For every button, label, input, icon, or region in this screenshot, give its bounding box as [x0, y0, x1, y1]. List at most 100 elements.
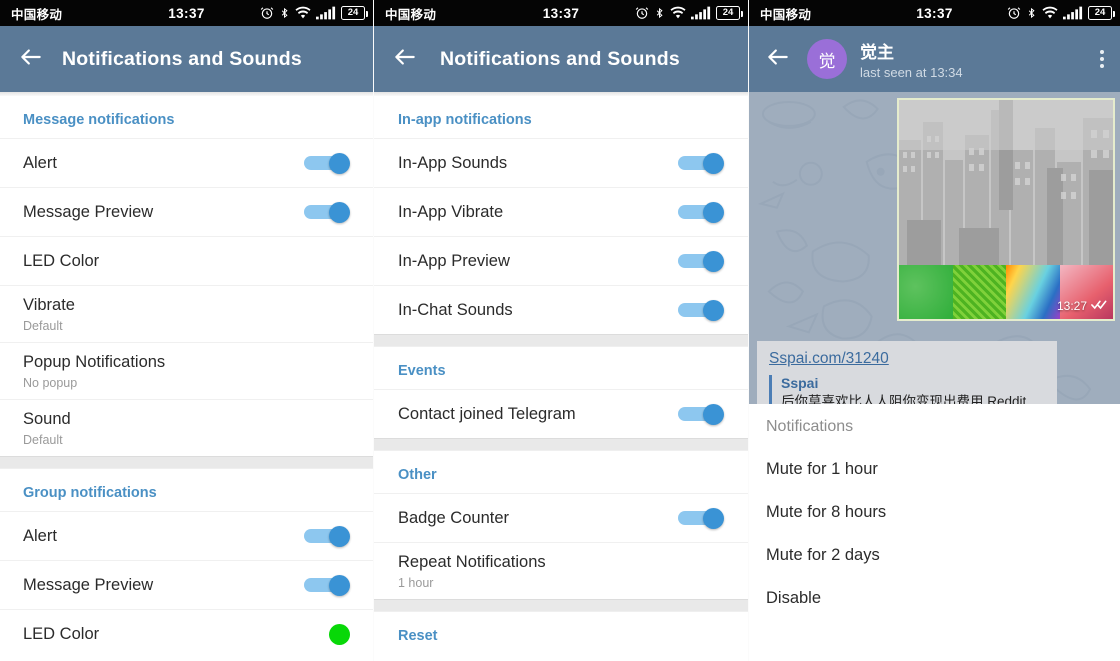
settings-row-message-preview[interactable]: Message Preview [0, 187, 373, 236]
action-sheet-title: Notifications [766, 418, 854, 435]
link-preview-title: Sspai [781, 375, 819, 391]
toggle-in-app-sounds[interactable] [678, 153, 724, 174]
chat-last-seen: last seen at 13:34 [860, 65, 963, 80]
row-title: Message Preview [23, 202, 154, 221]
back-button[interactable] [749, 44, 807, 75]
row-title: In-App Vibrate [398, 202, 504, 221]
photo-thumb-3[interactable] [1006, 265, 1060, 319]
settings-row-group-alert[interactable]: Alert [0, 511, 373, 560]
settings-row-in-chat-sounds[interactable]: In-Chat Sounds [374, 285, 748, 334]
bluetooth-icon [654, 6, 665, 20]
toggle-in-app-vibrate[interactable] [678, 202, 724, 223]
overflow-menu-icon[interactable] [1100, 50, 1104, 68]
screenshot-triptych: 中国移动 13:37 24 Notifications and Sounds M… [0, 0, 1120, 661]
section-header: Other [398, 467, 437, 483]
section-header: Message notifications [23, 112, 175, 128]
section-divider [0, 456, 373, 469]
screen-inapp-events-other: 中国移动 13:37 24 Notifications and Sounds I… [373, 0, 748, 661]
back-button[interactable] [374, 44, 436, 75]
section-other: Other Badge Counter Repeat Notifications… [374, 451, 748, 599]
toggle-thumb [329, 202, 350, 223]
battery-icon: 24 [1088, 6, 1115, 20]
row-title: Sound [23, 410, 71, 429]
photo-album-message[interactable]: 13:27 [897, 98, 1115, 321]
settings-row-in-app-preview[interactable]: In-App Preview [374, 236, 748, 285]
row-title: In-Chat Sounds [398, 300, 513, 319]
reset-label[interactable]: Reset [374, 612, 748, 654]
row-subtitle: Default [23, 318, 63, 333]
page-title: Notifications and Sounds [440, 47, 680, 70]
toggle-thumb [703, 300, 724, 321]
settings-row-popup-notifications[interactable]: Popup Notifications No popup [0, 342, 373, 399]
toggle-alert[interactable] [304, 153, 350, 174]
settings-row-group-message-preview[interactable]: Message Preview [0, 560, 373, 609]
led-color-swatch-icon[interactable] [329, 623, 350, 645]
section-events: Events Contact joined Telegram [374, 347, 748, 438]
settings-row-alert[interactable]: Alert [0, 138, 373, 187]
section-header: In-app notifications [398, 112, 532, 128]
section-divider [374, 334, 748, 347]
settings-row-in-app-sounds[interactable]: In-App Sounds [374, 138, 748, 187]
signal-icon [691, 6, 711, 20]
row-title: Alert [23, 153, 57, 172]
section-divider [374, 599, 748, 612]
settings-row-repeat-notifications[interactable]: Repeat Notifications 1 hour [374, 542, 748, 599]
chat-title-block[interactable]: 觉主 last seen at 13:34 [860, 38, 963, 80]
row-title: Vibrate [23, 296, 75, 315]
toggle-thumb [703, 508, 724, 529]
toggle-contact-joined-telegram[interactable] [678, 404, 724, 425]
app-bar: Notifications and Sounds [0, 26, 373, 92]
action-mute-8-hours[interactable]: Mute for 8 hours [749, 479, 1120, 522]
chat-contact-name: 觉主 [860, 43, 894, 62]
settings-row-group-led-color[interactable]: LED Color [0, 609, 373, 658]
row-title: In-App Sounds [398, 153, 508, 172]
message-timestamp: 13:27 [1056, 299, 1087, 313]
settings-row-vibrate[interactable]: Vibrate Default [0, 285, 373, 342]
bluetooth-icon [1026, 6, 1037, 20]
section-in-app-notifications: In-app notifications In-App Sounds In-Ap… [374, 96, 748, 334]
status-bar-icons: 24 [260, 6, 373, 20]
chat-app-bar: 觉 觉主 last seen at 13:34 [749, 26, 1120, 92]
toggle-in-chat-sounds[interactable] [678, 300, 724, 321]
arrow-left-icon [392, 44, 418, 75]
settings-row-in-app-vibrate[interactable]: In-App Vibrate [374, 187, 748, 236]
toggle-group-alert[interactable] [304, 526, 350, 547]
action-disable[interactable]: Disable [749, 565, 1120, 608]
row-title: LED Color [23, 251, 100, 270]
action-mute-1-hour[interactable]: Mute for 1 hour [749, 436, 1120, 479]
wifi-icon [670, 6, 686, 20]
link-preview-url[interactable]: Sspai.com/31240 [769, 350, 1045, 368]
arrow-left-icon [18, 44, 44, 75]
toggle-in-app-preview[interactable] [678, 251, 724, 272]
back-button[interactable] [0, 44, 62, 75]
status-bar: 中国移动 13:37 24 [0, 0, 373, 26]
alarm-icon [635, 6, 649, 20]
status-bar-icons: 24 [1007, 6, 1120, 20]
row-subtitle: Default [23, 432, 63, 447]
battery-level-label: 24 [1094, 7, 1106, 19]
double-check-icon [1091, 299, 1107, 313]
settings-row-sound[interactable]: Sound Default [0, 399, 373, 456]
avatar[interactable]: 觉 [807, 39, 847, 79]
alarm-icon [260, 6, 274, 20]
battery-icon: 24 [716, 6, 743, 20]
section-divider [374, 438, 748, 451]
settings-row-contact-joined-telegram[interactable]: Contact joined Telegram [374, 389, 748, 438]
action-mute-2-days[interactable]: Mute for 2 days [749, 522, 1120, 565]
section-group-notifications: Group notifications Alert Message Previe… [0, 469, 373, 658]
toggle-badge-counter[interactable] [678, 508, 724, 529]
photo-thumb-2[interactable] [952, 265, 1006, 319]
row-title: Repeat Notifications [398, 553, 546, 572]
toggle-message-preview[interactable] [304, 202, 350, 223]
photo-thumb-1[interactable] [899, 265, 953, 319]
toggle-thumb [329, 153, 350, 174]
row-title: Message Preview [23, 575, 154, 594]
settings-row-led-color[interactable]: LED Color [0, 236, 373, 285]
city-photo [899, 100, 1113, 265]
page-title: Notifications and Sounds [62, 47, 302, 70]
settings-row-badge-counter[interactable]: Badge Counter [374, 493, 748, 542]
toggle-group-message-preview[interactable] [304, 575, 350, 596]
arrow-left-icon [765, 44, 791, 75]
toggle-thumb [703, 153, 724, 174]
chat-message-area: 13:27 Sspai.com/31240 Sspai 后你莫喜欢比人人阻你变现… [749, 92, 1120, 430]
